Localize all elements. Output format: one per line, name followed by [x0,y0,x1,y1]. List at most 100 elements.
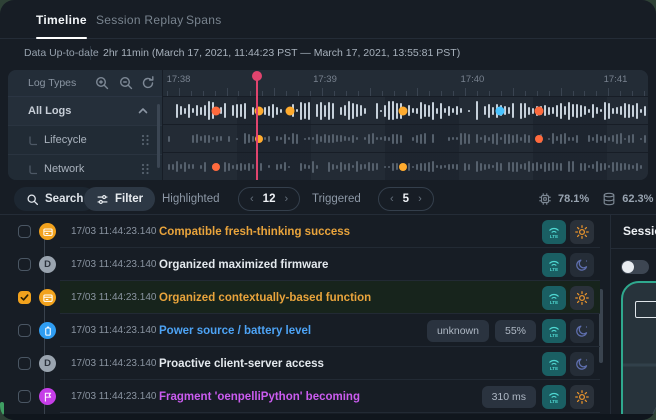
log-group-network[interactable]: Network [8,155,162,180]
row-message[interactable]: Fragment 'oenpelliPython' becoming [159,391,360,403]
marker-dot[interactable] [212,163,220,171]
tick-mark [573,91,574,96]
row-status-icons: LTE [542,220,594,244]
marker-dot[interactable] [535,135,543,143]
tab-timeline[interactable]: Timeline [36,0,87,38]
tick-label: 17:41 [604,74,628,85]
log-list: 17/03 11:44:23.140 Compatible fresh-thin… [0,214,610,420]
stepper-prev[interactable]: ‹ [250,194,254,205]
tick-mark [358,91,359,96]
row-message[interactable]: Organized maximized firmware [159,259,328,271]
device-preview [621,281,656,420]
timeline-ruler[interactable]: 17:3817:3917:4017:41 [163,70,648,97]
row-checkbox[interactable] [18,324,31,337]
tick-mark [191,91,192,96]
waveform-all-logs[interactable] [163,97,648,125]
tick-mark [632,91,633,96]
triggered-label: Triggered [312,184,361,214]
tick-mark [501,91,502,96]
waveform-lifecycle[interactable] [163,125,648,153]
log-group-all-logs[interactable]: All Logs [8,97,162,126]
marker-dot[interactable] [285,106,294,115]
stepper-next[interactable]: › [418,194,422,205]
log-row[interactable]: 17/03 11:44:23.140 Compatible fresh-thin… [0,215,610,248]
log-types-title: Log Types [28,70,76,96]
marker-dot[interactable] [495,106,504,115]
svg-text:LTE: LTE [550,300,558,305]
tab-spans[interactable]: Spans [186,0,222,38]
marker-dot[interactable] [398,106,407,115]
lte-signal-icon: LTE [542,319,566,343]
waveform-network[interactable] [163,153,648,180]
tick-label: 17:38 [167,74,191,85]
tick-mark [489,91,490,96]
storage-icon [602,192,616,206]
chevron-up-icon[interactable] [136,104,150,118]
tick-mark [370,88,371,96]
refresh-icon[interactable] [140,75,156,91]
toggle-knob [622,261,634,273]
row-checkbox[interactable] [18,357,31,370]
sun-icon [570,286,594,310]
card-icon [39,289,56,306]
row-message[interactable]: Organized contextually-based function [159,292,371,304]
marker-dot[interactable] [211,106,220,115]
tick-mark [262,91,263,96]
dark-mode-toggle[interactable] [621,260,649,274]
row-status-icons: LTE [542,352,594,376]
panel-scrollbar[interactable] [157,104,160,168]
row-badges: unknown55% [427,320,536,342]
svg-text:LTE: LTE [550,267,558,272]
device-stats: 78.1% 62.3% [538,184,653,214]
row-checkbox[interactable] [18,291,31,304]
row-checkbox[interactable] [18,225,31,238]
divider [90,46,91,60]
timeline-panel: Log Types All Logs [8,70,648,180]
row-checkbox[interactable] [18,258,31,271]
row-timestamp: 17/03 11:44:23.140 [71,292,159,303]
log-group-lifecycle[interactable]: Lifecycle [8,126,162,155]
row-checkbox[interactable] [18,390,31,403]
tick-mark [608,88,609,96]
zoom-in-icon[interactable] [94,75,110,91]
divider [611,248,656,249]
svg-text:LTE: LTE [550,366,558,371]
timeline-track[interactable]: 17:3817:3917:4017:41 [163,70,648,180]
log-row[interactable]: D 17/03 11:44:23.140 Organized maximized… [0,248,610,281]
row-timestamp: 17/03 11:44:23.140 [71,391,159,402]
playhead-line[interactable] [256,77,258,180]
drag-handle-icon[interactable] [138,133,152,147]
drag-handle-icon[interactable] [138,162,152,176]
group-label: Lifecycle [44,126,87,154]
filter-icon [96,193,109,206]
moon-icon [570,352,594,376]
filter-button[interactable]: Filter [84,187,155,211]
row-status-icons: LTE [542,253,594,277]
row-message[interactable]: Compatible fresh-thinking success [159,226,350,238]
stepper-prev[interactable]: ‹ [390,194,394,205]
tick-mark [227,88,228,96]
flag-icon [39,388,56,405]
app-window: Timeline Session Replay Spans Data Up-to… [0,0,656,420]
marker-dot[interactable] [534,106,543,115]
lte-signal-icon: LTE [542,286,566,310]
row-status-icons: LTE [542,286,594,310]
log-row[interactable]: 17/03 11:44:23.140 Power source / batter… [0,314,610,347]
tick-mark [596,91,597,96]
row-timestamp: 17/03 11:44:23.140 [71,325,159,336]
moon-icon [570,253,594,277]
tab-session-replay[interactable]: Session Replay [96,0,184,38]
row-message[interactable]: Power source / battery level [159,325,311,337]
marker-dot[interactable] [399,163,407,171]
row-timestamp: 17/03 11:44:23.140 [71,358,159,369]
group-label: All Logs [28,97,71,125]
search-label: Search [45,193,83,205]
tick-mark [310,91,311,96]
log-row[interactable]: 17/03 11:44:23.140 Fragment 'oenpelliPyt… [0,380,610,413]
tick-mark [429,91,430,96]
row-message[interactable]: Proactive client-server access [159,358,324,370]
log-row[interactable]: 17/03 11:44:23.140 Organized contextuall… [0,281,610,314]
stepper-next[interactable]: › [284,194,288,205]
zoom-out-icon[interactable] [118,75,134,91]
log-row[interactable]: D 17/03 11:44:23.140 Proactive client-se… [0,347,610,380]
